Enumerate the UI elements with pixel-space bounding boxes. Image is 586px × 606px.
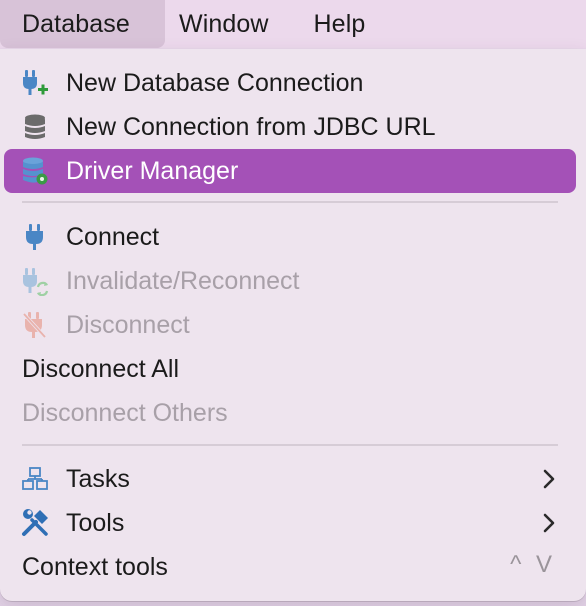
menu-separator [22, 444, 558, 446]
keyboard-shortcut: ^ V [510, 551, 556, 578]
menu-item-new-connection-jdbc[interactable]: New Connection from JDBC URL [4, 105, 576, 149]
menu-item-tasks[interactable]: Tasks [4, 457, 576, 501]
menu-item-label: Disconnect Others [22, 398, 228, 427]
database-stack-icon [20, 112, 50, 142]
menubar: Database Window Help [0, 0, 586, 48]
menu-item-new-database-connection[interactable]: New Database Connection [4, 61, 576, 105]
menu-item-driver-manager[interactable]: Driver Manager [4, 149, 576, 193]
menu-item-label: Invalidate/Reconnect [66, 266, 300, 295]
menu-item-label: Driver Manager [66, 156, 239, 185]
menu-separator [22, 201, 558, 203]
plug-disconnect-icon [20, 310, 50, 340]
menu-item-label: Disconnect [66, 310, 190, 339]
menubar-window[interactable]: Window [179, 0, 269, 48]
plug-refresh-icon [20, 266, 50, 296]
tools-icon [20, 508, 50, 538]
menubar-help[interactable]: Help [314, 0, 366, 48]
chevron-right-icon [543, 469, 555, 489]
menu-item-label: Disconnect All [22, 354, 180, 383]
database-menu: New Database Connection New Connection f… [0, 49, 586, 601]
menubar-database[interactable]: Database [0, 0, 165, 48]
menu-item-context-tools[interactable]: Context tools ^ V [4, 545, 576, 589]
menu-item-connect[interactable]: Connect [4, 215, 576, 259]
menu-item-tools[interactable]: Tools [4, 501, 576, 545]
menu-item-label: Tools [66, 508, 125, 537]
menu-item-label: Tasks [66, 464, 130, 493]
chevron-right-icon [543, 513, 555, 533]
menu-item-label: Context tools [22, 552, 168, 581]
plug-plus-icon [20, 68, 50, 98]
menu-item-disconnect-others[interactable]: Disconnect Others [4, 391, 576, 435]
menu-item-label: New Connection from JDBC URL [66, 112, 436, 141]
menu-item-label: Connect [66, 222, 160, 251]
menu-item-disconnect[interactable]: Disconnect [4, 303, 576, 347]
menu-item-label: New Database Connection [66, 68, 364, 97]
database-driver-icon [20, 156, 50, 186]
menu-item-invalidate-reconnect[interactable]: Invalidate/Reconnect [4, 259, 576, 303]
menu-item-disconnect-all[interactable]: Disconnect All [4, 347, 576, 391]
tasks-icon [20, 464, 50, 494]
plug-icon [20, 222, 50, 252]
